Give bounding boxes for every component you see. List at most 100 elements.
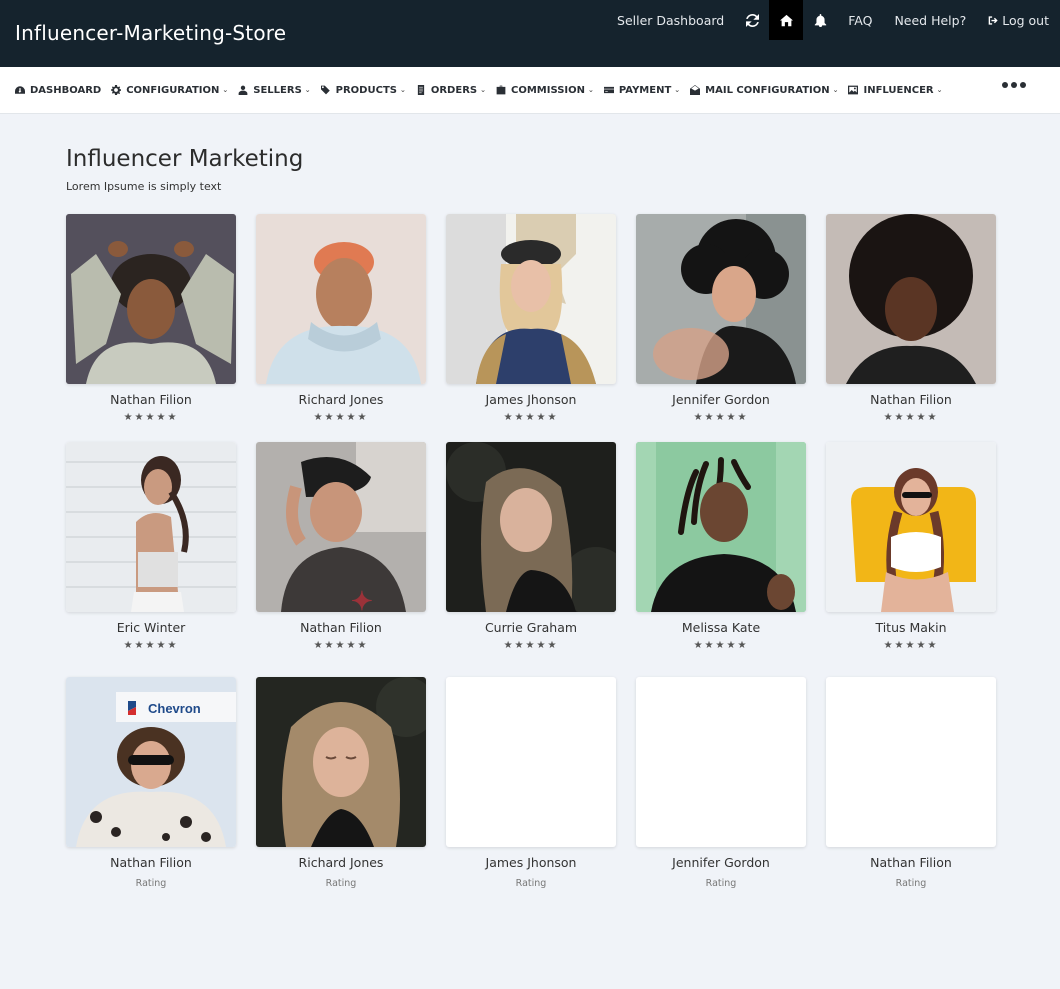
- influencer-name[interactable]: Melissa Kate: [636, 620, 806, 635]
- empty-photo-placeholder[interactable]: [636, 677, 806, 847]
- influencer-card[interactable]: Chevron Nathan Filion Rating: [66, 677, 236, 889]
- influencer-photo[interactable]: [826, 442, 996, 612]
- card-icon: [603, 86, 614, 94]
- brand-title[interactable]: Influencer-Marketing-Store: [15, 21, 286, 45]
- influencer-photo[interactable]: [256, 677, 426, 847]
- nav-item-label: ORDERS: [430, 84, 478, 96]
- nav-item-mail-configuration[interactable]: MAIL CONFIGURATION ⌄: [690, 85, 838, 96]
- chevron-down-icon: ⌄: [936, 86, 943, 94]
- star-rating: ★★★★★: [503, 640, 559, 651]
- influencer-photo[interactable]: [66, 442, 236, 612]
- influencer-card[interactable]: Titus Makin ★★★★★: [826, 442, 996, 651]
- influencer-card[interactable]: Currie Graham ★★★★★: [446, 442, 616, 651]
- users-icon: [238, 85, 248, 95]
- influencer-card[interactable]: Richard Jones ★★★★★: [256, 214, 426, 423]
- influencer-photo[interactable]: Chevron: [66, 677, 236, 847]
- star-rating: ★★★★★: [693, 640, 749, 651]
- nav-item-products[interactable]: PRODUCTS ⌄: [320, 85, 406, 96]
- influencer-photo[interactable]: [446, 442, 616, 612]
- nav-item-label: PAYMENT: [618, 84, 672, 96]
- star-rating: ★★★★★: [313, 412, 369, 423]
- influencer-name[interactable]: Nathan Filion: [826, 855, 996, 870]
- refresh-icon[interactable]: [735, 0, 769, 40]
- help-link[interactable]: Need Help?: [883, 0, 977, 40]
- empty-photo-placeholder[interactable]: [826, 677, 996, 847]
- faq-link[interactable]: FAQ: [837, 0, 883, 40]
- nav-item-orders[interactable]: ORDERS ⌄: [416, 85, 486, 96]
- influencer-name[interactable]: James Jhonson: [446, 855, 616, 870]
- mail-icon: [690, 85, 701, 95]
- influencer-name[interactable]: Nathan Filion: [826, 392, 996, 407]
- influencer-card[interactable]: Eric Winter ★★★★★: [66, 442, 236, 651]
- influencer-photo[interactable]: [636, 442, 806, 612]
- influencer-photo[interactable]: [256, 214, 426, 384]
- star-rating: ★★★★★: [123, 640, 179, 651]
- rating-label: Rating: [705, 878, 737, 889]
- influencer-name[interactable]: Jennifer Gordon: [636, 855, 806, 870]
- nav-item-commission[interactable]: COMMISSION ⌄: [496, 85, 594, 96]
- influencer-name[interactable]: Nathan Filion: [256, 620, 426, 635]
- nav-item-label: SELLERS: [253, 84, 302, 96]
- influencer-name[interactable]: Eric Winter: [66, 620, 236, 635]
- star-rating: ★★★★★: [503, 412, 559, 423]
- home-icon[interactable]: [769, 0, 804, 40]
- nav-item-payment[interactable]: PAYMENT ⌄: [603, 84, 681, 96]
- influencer-card[interactable]: Richard Jones Rating: [256, 677, 426, 889]
- logout-link[interactable]: Log out: [977, 0, 1060, 40]
- nav-item-dashboard[interactable]: DASHBOARD: [15, 85, 101, 96]
- influencer-card[interactable]: Jennifer Gordon ★★★★★: [636, 214, 806, 423]
- nav-item-label: INFLUENCER: [863, 84, 934, 96]
- influencer-card[interactable]: Nathan Filion ★★★★★: [826, 214, 996, 423]
- influencer-card[interactable]: ✦ Nathan Filion ★★★★★: [256, 442, 426, 651]
- influencer-name[interactable]: Titus Makin: [826, 620, 996, 635]
- influencer-name[interactable]: Nathan Filion: [66, 392, 236, 407]
- influencer-name[interactable]: Jennifer Gordon: [636, 392, 806, 407]
- empty-photo-placeholder[interactable]: [446, 677, 616, 847]
- chevron-down-icon: ⌄: [588, 86, 594, 94]
- chevron-down-icon: ⌄: [222, 86, 229, 94]
- influencer-photo[interactable]: [826, 214, 996, 384]
- influencer-name[interactable]: Richard Jones: [256, 855, 426, 870]
- star-rating: ★★★★★: [883, 640, 939, 651]
- influencer-card[interactable]: Jennifer Gordon Rating: [636, 677, 806, 889]
- influencer-card[interactable]: Melissa Kate ★★★★★: [636, 442, 806, 651]
- chevron-down-icon: ⌄: [674, 86, 681, 94]
- nav-item-influencer[interactable]: INFLUENCER ⌄: [848, 84, 943, 96]
- rating-label: Rating: [515, 878, 547, 889]
- star-rating: ★★★★★: [313, 640, 369, 651]
- influencer-card[interactable]: Nathan Filion Rating: [826, 677, 996, 889]
- star-rating: ★★★★★: [693, 412, 749, 423]
- rating-label: Rating: [895, 878, 927, 889]
- logout-label: Log out: [1002, 12, 1049, 28]
- seller-dashboard-link[interactable]: Seller Dashboard: [606, 0, 735, 40]
- page-title: Influencer Marketing: [66, 146, 304, 172]
- briefcase-icon: [496, 85, 506, 95]
- nav-item-label: CONFIGURATION: [126, 84, 220, 96]
- clipboard-icon: [417, 85, 424, 95]
- influencer-photo[interactable]: ✦: [256, 442, 426, 612]
- nav-item-label: MAIL CONFIGURATION: [705, 84, 830, 96]
- main-nav: DASHBOARD CONFIGURATION ⌄ SELLERS ⌄ PROD…: [0, 67, 1060, 114]
- nav-item-label: COMMISSION: [510, 84, 585, 96]
- influencer-name[interactable]: James Jhonson: [446, 392, 616, 407]
- influencer-name[interactable]: Currie Graham: [446, 620, 616, 635]
- svg-text:Chevron: Chevron: [148, 701, 201, 716]
- nav-item-sellers[interactable]: SELLERS ⌄: [238, 84, 311, 96]
- influencer-name[interactable]: Richard Jones: [256, 392, 426, 407]
- bell-icon[interactable]: [803, 0, 837, 40]
- chevron-down-icon: ⌄: [304, 86, 311, 94]
- more-options-icon[interactable]: [1002, 82, 1026, 88]
- chevron-down-icon: ⌄: [399, 86, 406, 94]
- svg-text:✦: ✦: [351, 586, 373, 612]
- influencer-photo[interactable]: [66, 214, 236, 384]
- influencer-card[interactable]: Nathan Filion ★★★★★: [66, 214, 236, 423]
- influencer-card[interactable]: James Jhonson ★★★★★: [446, 214, 616, 423]
- influencer-name[interactable]: Nathan Filion: [66, 855, 236, 870]
- influencer-photo[interactable]: [636, 214, 806, 384]
- nav-item-configuration[interactable]: CONFIGURATION ⌄: [111, 85, 228, 96]
- logout-icon: [988, 15, 998, 25]
- nav-item-label: DASHBOARD: [30, 84, 102, 96]
- chevron-down-icon: ⌄: [480, 86, 486, 94]
- influencer-photo[interactable]: [446, 214, 616, 384]
- influencer-card[interactable]: James Jhonson Rating: [446, 677, 616, 889]
